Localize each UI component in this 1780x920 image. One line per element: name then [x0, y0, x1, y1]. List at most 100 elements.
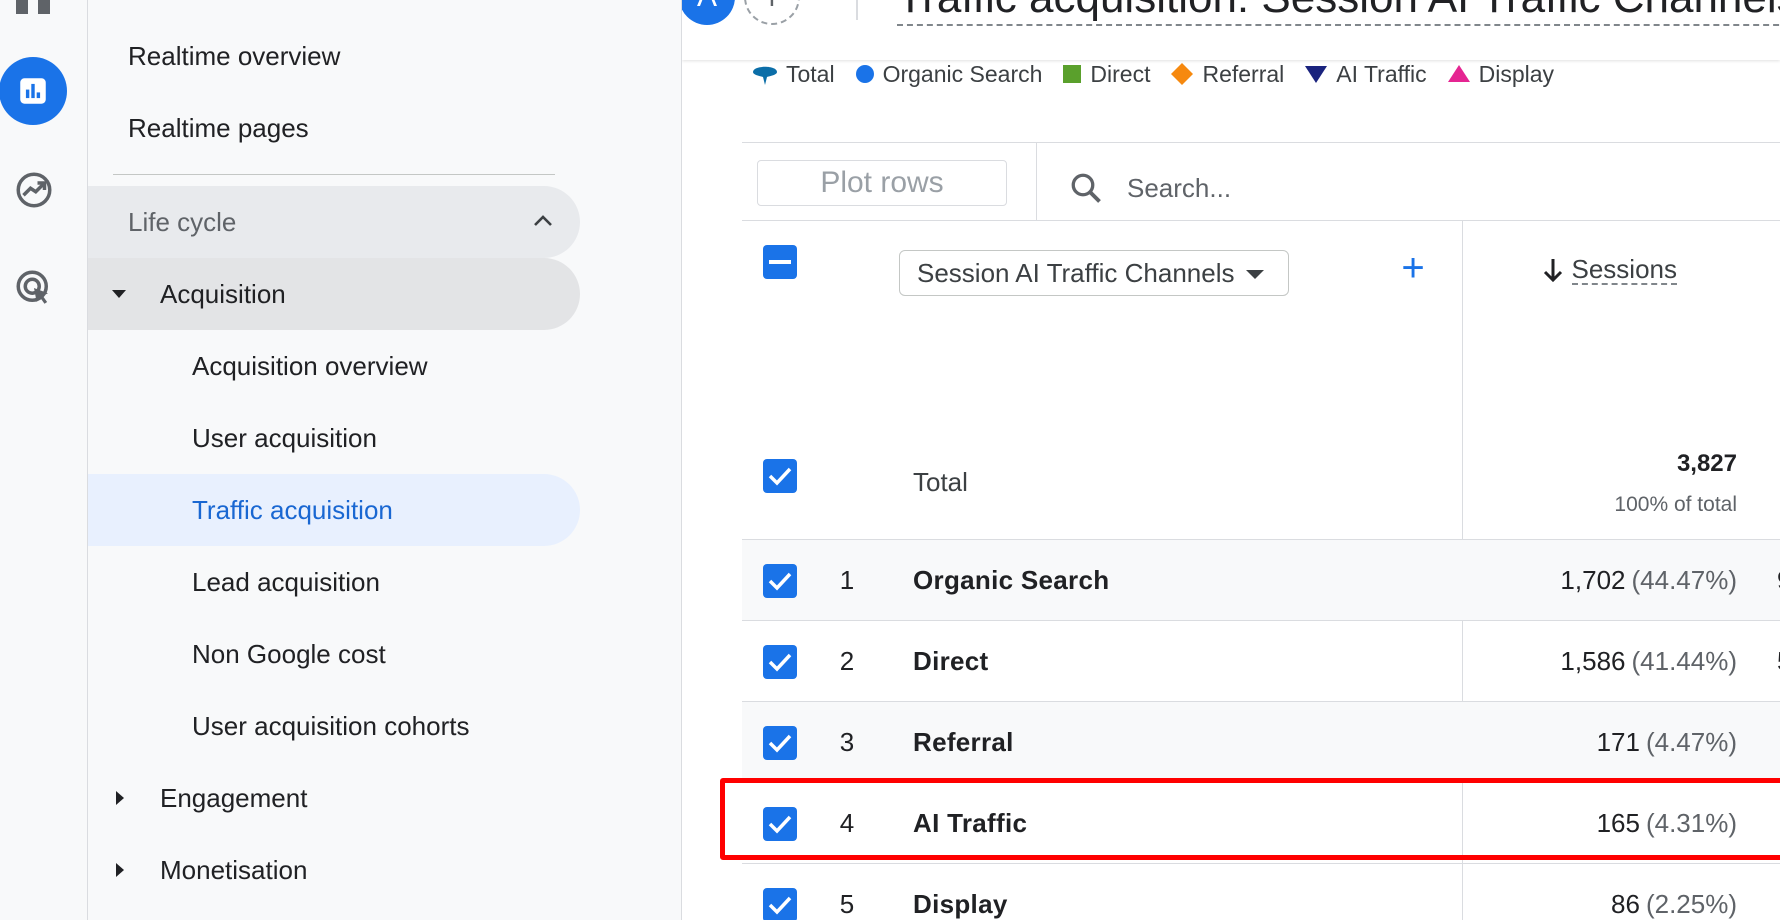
check-icon: [768, 734, 792, 753]
sessions-value: 171: [1596, 727, 1640, 757]
nav-item-non-google-cost[interactable]: Non Google cost: [88, 618, 580, 690]
check-icon: [768, 653, 792, 672]
sessions-percent: (4.31%): [1645, 808, 1737, 838]
nav-item-traffic-acquisition[interactable]: Traffic acquisition: [88, 474, 580, 546]
legend-item-direct[interactable]: Direct: [1062, 61, 1150, 88]
header-divider: [856, 0, 858, 20]
row-channel[interactable]: Organic Search: [913, 540, 1109, 621]
table-row[interactable]: 4 AI Traffic 165 (4.31%): [742, 783, 1780, 864]
triangle-down-icon: [1305, 66, 1328, 83]
divider: [742, 220, 1780, 221]
nav-item-label: Non Google cost: [192, 638, 386, 669]
arrow-down-icon: [1543, 259, 1562, 283]
nav-item-label: Acquisition overview: [192, 350, 428, 381]
dimension-select[interactable]: Session AI Traffic Channels: [899, 250, 1289, 296]
rail-top-icon: [16, 0, 50, 14]
nav-item-label: Engagement: [160, 782, 308, 813]
table-total-row: Total 3,827 100% of total: [742, 435, 1780, 540]
nav-section-life-cycle[interactable]: Life cycle: [88, 186, 580, 258]
advertising-icon[interactable]: [0, 254, 68, 322]
nav-item-label: Realtime overview: [128, 40, 341, 71]
sessions-value: 165: [1596, 808, 1640, 838]
caret-right-icon: [116, 863, 124, 877]
row-channel[interactable]: Direct: [913, 621, 989, 702]
search-input[interactable]: [1127, 168, 1627, 208]
avatar-secondary[interactable]: T: [744, 0, 800, 25]
legend-label: Organic Search: [882, 60, 1043, 87]
report-header: A T Traffic acquisition: Session AI Traf…: [682, 0, 1780, 60]
divider: [742, 142, 1780, 143]
row-rank: 4: [839, 808, 855, 838]
legend-label: Referral: [1202, 60, 1285, 87]
sessions-percent: (4.47%): [1645, 727, 1737, 757]
total-checkbox[interactable]: [763, 459, 797, 493]
row-channel[interactable]: Referral: [913, 702, 1014, 783]
sessions-value: 1,702: [1560, 565, 1626, 595]
row-checkbox[interactable]: [763, 645, 797, 679]
nav-item-realtime-overview[interactable]: Realtime overview: [88, 20, 588, 92]
teardrop-icon: [753, 66, 777, 85]
caret-down-icon: [112, 290, 126, 298]
row-rank: 5: [839, 889, 855, 919]
explore-icon[interactable]: [0, 156, 68, 224]
report-nav: Realtime overview Realtime pages Life cy…: [88, 0, 682, 920]
add-dimension-button[interactable]: +: [1393, 248, 1433, 290]
reports-icon[interactable]: [0, 57, 67, 125]
nav-item-acquisition[interactable]: Acquisition: [88, 258, 580, 330]
nav-item-monetisation[interactable]: Monetisation: [88, 834, 580, 906]
sessions-percent: (41.44%): [1631, 646, 1738, 676]
row-checkbox[interactable]: [763, 807, 797, 841]
total-sessions: 3,827: [1676, 450, 1737, 477]
table-row[interactable]: 5 Display 86 (2.25%): [742, 864, 1780, 920]
nav-item-user-acquisition-cohorts[interactable]: User acquisition cohorts: [88, 690, 580, 762]
report-main: A T Traffic acquisition: Session AI Traf…: [682, 0, 1780, 920]
nav-item-user-acquisition[interactable]: User acquisition: [88, 402, 580, 474]
nav-divider: [113, 174, 555, 175]
table-row[interactable]: 3 Referral 171 (4.47%): [742, 702, 1780, 783]
plot-rows-button[interactable]: Plot rows: [757, 160, 1007, 206]
row-rank: 2: [839, 646, 855, 676]
nav-item-acquisition-overview[interactable]: Acquisition overview: [88, 330, 580, 402]
row-checkbox[interactable]: [763, 726, 797, 760]
nav-item-label: Acquisition: [160, 278, 286, 309]
sessions-value: 86: [1611, 889, 1640, 919]
row-sessions: 1,702 (44.47%): [1362, 540, 1737, 621]
legend-label: Total: [786, 60, 835, 87]
sessions-value: 1,586: [1560, 646, 1626, 676]
nav-item-lead-acquisition[interactable]: Lead acquisition: [88, 546, 580, 618]
row-checkbox[interactable]: [763, 888, 797, 920]
total-percent: 100% of total: [1614, 493, 1737, 516]
nav-item-label: User acquisition: [192, 422, 377, 453]
table-row[interactable]: 2 Direct 1,586(41.44%) 5: [742, 621, 1780, 702]
triangle-up-icon: [1447, 65, 1470, 82]
row-channel[interactable]: AI Traffic: [913, 783, 1027, 864]
sessions-column-header[interactable]: Sessions: [1518, 250, 1677, 290]
row-sessions: 165 (4.31%): [1362, 783, 1737, 864]
legend-label: Display: [1478, 60, 1555, 87]
column-header-label: Sessions: [1571, 254, 1677, 285]
page-title[interactable]: Traffic acquisition: Session AI Traffic …: [897, 0, 1780, 26]
left-rail: [0, 0, 88, 920]
row-channel[interactable]: Display: [913, 864, 1008, 920]
check-icon: [768, 467, 792, 486]
legend-item-organic-search[interactable]: Organic Search: [855, 60, 1043, 88]
legend-item-ai-traffic[interactable]: AI Traffic: [1304, 61, 1427, 88]
legend-item-display[interactable]: Display: [1447, 61, 1554, 88]
row-rank: 3: [839, 727, 855, 757]
sessions-percent: (44.47%): [1631, 565, 1738, 595]
legend-item-referral[interactable]: Referral: [1170, 61, 1284, 88]
legend-item-total[interactable]: Total: [752, 61, 835, 88]
nav-item-label: Realtime pages: [128, 112, 309, 143]
nav-item-engagement[interactable]: Engagement: [88, 762, 580, 834]
avatar[interactable]: A: [682, 0, 735, 25]
dimension-select-label: Session AI Traffic Channels: [917, 257, 1235, 288]
table-row[interactable]: 1 Organic Search 1,702(44.47%) 91: [742, 540, 1780, 621]
legend-label: Direct: [1090, 60, 1151, 87]
nav-section-label: Life cycle: [128, 206, 237, 237]
nav-item-realtime-pages[interactable]: Realtime pages: [88, 92, 588, 164]
select-all-checkbox[interactable]: [763, 245, 797, 279]
row-checkbox[interactable]: [763, 564, 797, 598]
caret-right-icon: [116, 791, 124, 805]
row-sessions: 1,586 (41.44%): [1362, 621, 1737, 702]
diamond-icon: [1171, 63, 1194, 85]
